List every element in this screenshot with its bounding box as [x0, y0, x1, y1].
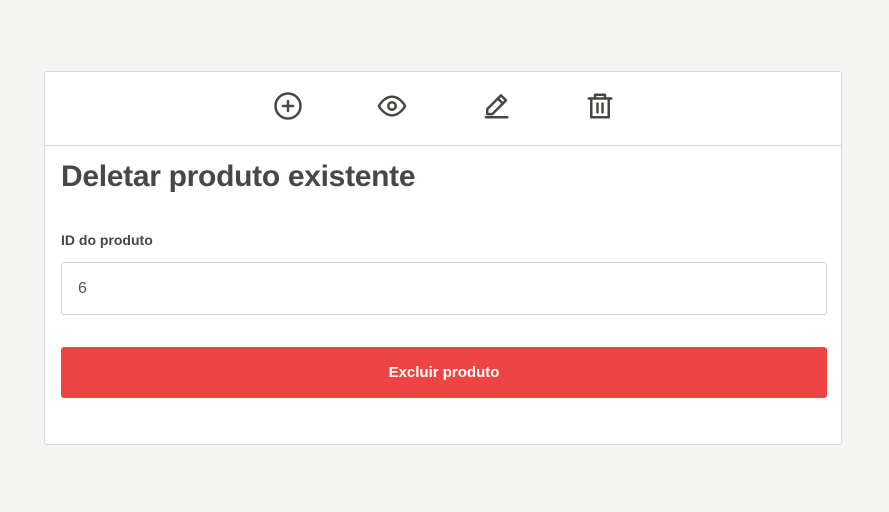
- eye-icon: [377, 95, 407, 117]
- product-id-label: ID do produto: [61, 232, 153, 248]
- edit-product-button[interactable]: [479, 89, 513, 123]
- view-product-button[interactable]: [375, 89, 409, 123]
- product-id-input[interactable]: [61, 262, 827, 315]
- delete-product-button[interactable]: [583, 89, 617, 123]
- action-toolbar: [45, 72, 841, 146]
- pencil-icon: [484, 94, 509, 119]
- plus-circle-icon: [274, 92, 302, 120]
- trash-icon: [587, 93, 613, 119]
- page-title: Deletar produto existente: [61, 160, 416, 193]
- product-card: Deletar produto existente ID do produto …: [44, 71, 842, 445]
- add-product-button[interactable]: [271, 89, 305, 123]
- delete-product-submit-button[interactable]: Excluir produto: [61, 347, 827, 398]
